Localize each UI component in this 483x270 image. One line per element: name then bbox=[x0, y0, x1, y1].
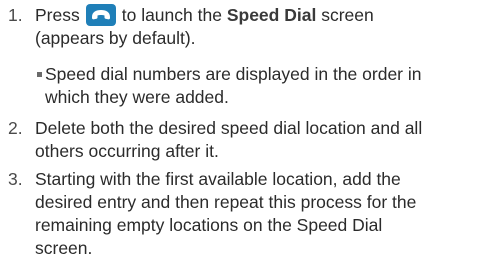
bullet-text: Speed dial numbers are displayed in the … bbox=[45, 63, 477, 109]
step-3-line1: Starting with the first available locati… bbox=[35, 169, 401, 189]
step-1-screen-text: screen bbox=[321, 5, 374, 25]
instruction-page: 1. Press to launch the Speed Dial screen… bbox=[0, 0, 483, 270]
step-text: Press to launch the Speed Dial screen (a… bbox=[35, 4, 478, 50]
bullet-line2: which they were added. bbox=[45, 87, 229, 107]
step-2-line2: others occurring after it. bbox=[35, 141, 219, 161]
step-number: 2. bbox=[8, 118, 23, 138]
step-1-press: Press bbox=[35, 5, 80, 25]
bullet-marker bbox=[37, 72, 42, 77]
step-3-line3: remaining empty locations on the Speed D… bbox=[35, 215, 383, 235]
step-text: Delete both the desired speed dial locat… bbox=[35, 117, 478, 163]
bullet-line1: Speed dial numbers are displayed in the … bbox=[45, 64, 422, 84]
phone-call-icon bbox=[85, 4, 116, 26]
step-3: 3. Starting with the first available loc… bbox=[8, 168, 478, 260]
step-3-line2: desired entry and then repeat this proce… bbox=[35, 192, 417, 212]
step-number: 3. bbox=[8, 169, 23, 189]
step-number: 1. bbox=[8, 5, 23, 25]
step-1-launch-text: to launch the bbox=[121, 5, 222, 25]
step-text: Starting with the first available locati… bbox=[35, 168, 478, 260]
step-1-line2: (appears by default). bbox=[35, 28, 196, 48]
speed-dial-label: Speed Dial bbox=[226, 5, 317, 25]
step-3-line4: screen. bbox=[35, 238, 93, 258]
step-2: 2. Delete both the desired speed dial lo… bbox=[8, 117, 478, 163]
step-2-line1: Delete both the desired speed dial locat… bbox=[35, 118, 423, 138]
step-1: 1. Press to launch the Speed Dial screen… bbox=[8, 4, 478, 50]
bullet-note: Speed dial numbers are displayed in the … bbox=[37, 63, 477, 109]
